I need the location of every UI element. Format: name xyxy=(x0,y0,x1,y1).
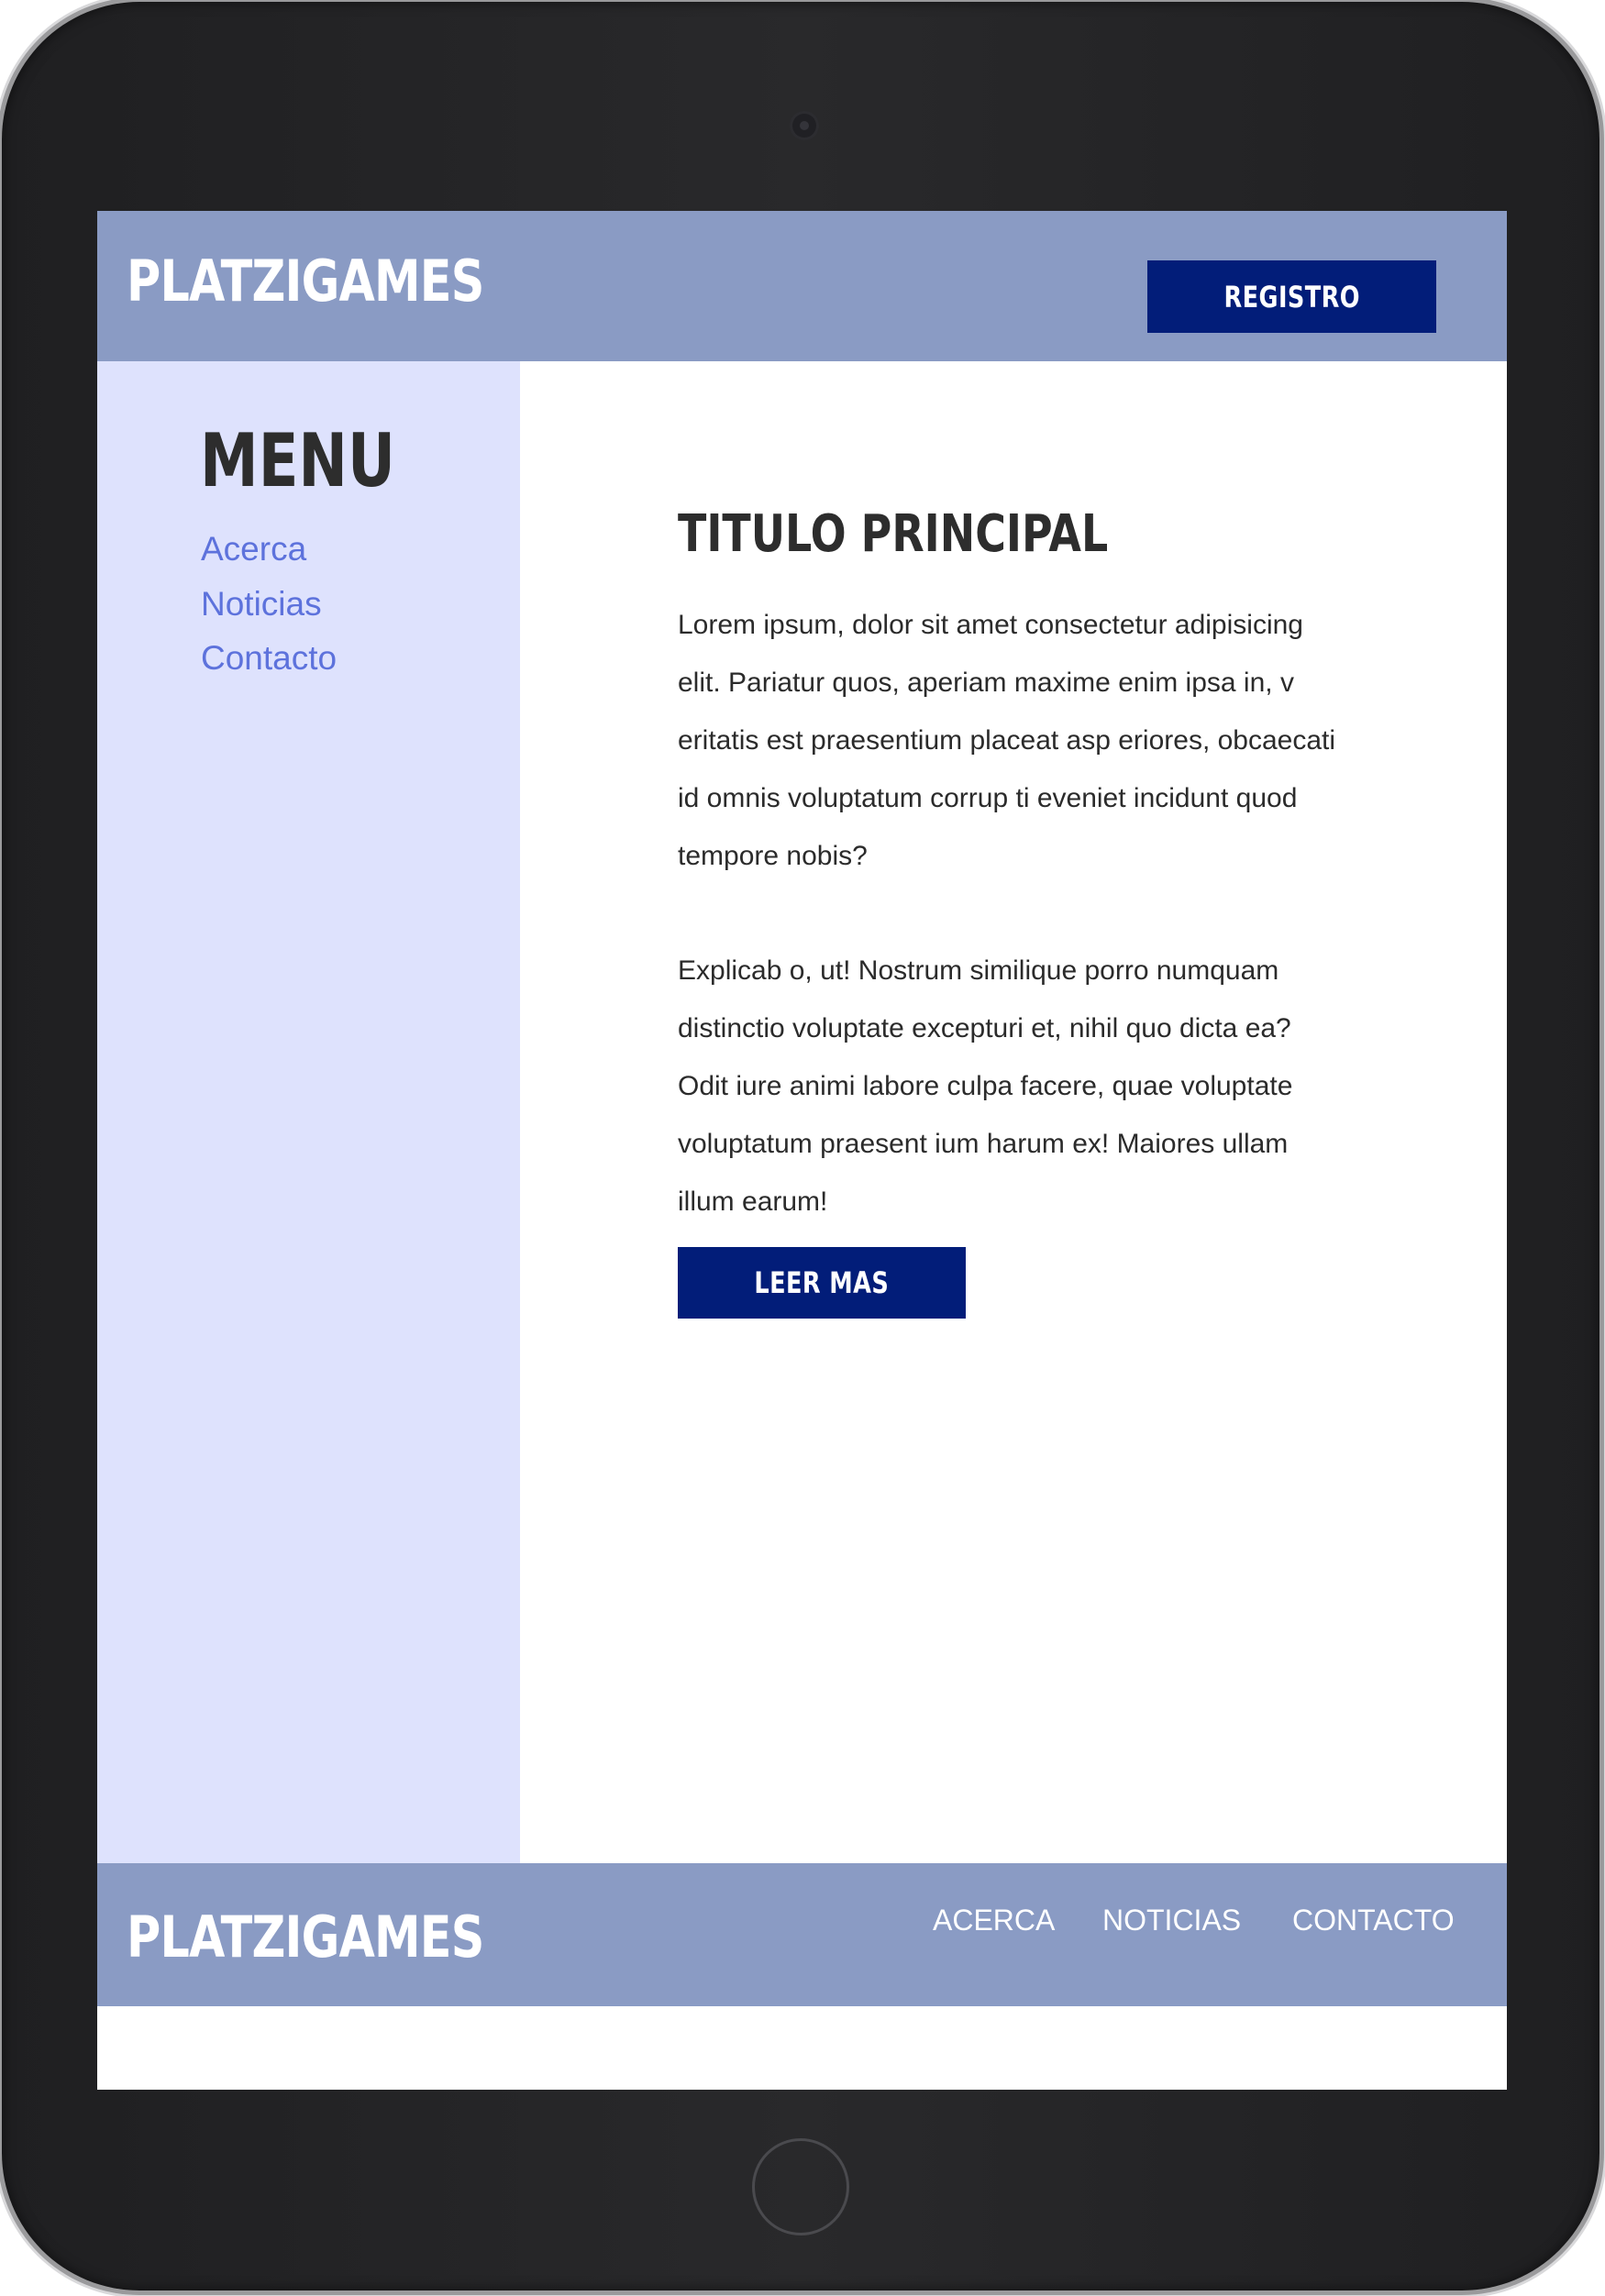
tablet-frame: PLATZIGAMES REGISTRO MENU Acerca Noticia… xyxy=(2,2,1599,2290)
body-paragraph-2: Explicab o, ut! Nostrum similique porro … xyxy=(678,955,1293,1217)
read-more-button-label: LEER MAS xyxy=(754,1265,890,1300)
site-footer: PLATZIGAMES ACERCA NOTICIAS CONTACTO xyxy=(97,1863,1507,2006)
register-button-label: REGISTRO xyxy=(1223,279,1360,315)
footer-link-acerca[interactable]: ACERCA xyxy=(933,1904,1055,1937)
read-more-button[interactable]: LEER MAS xyxy=(678,1247,966,1319)
sidebar: MENU Acerca Noticias Contacto xyxy=(97,361,520,1863)
footer-link-contacto[interactable]: CONTACTO xyxy=(1292,1904,1455,1937)
home-button[interactable] xyxy=(752,2138,849,2235)
footer-logo[interactable]: PLATZIGAMES xyxy=(127,1904,484,1970)
main-content: TITULO PRINCIPAL Lorem ipsum, dolor sit … xyxy=(520,361,1507,1863)
footer-link-noticias[interactable]: NOTICIAS xyxy=(1102,1904,1241,1937)
site-header: PLATZIGAMES REGISTRO xyxy=(97,211,1507,361)
camera-icon xyxy=(792,114,816,138)
body-paragraph-1: Lorem ipsum, dolor sit amet consectetur … xyxy=(678,610,1336,871)
register-button[interactable]: REGISTRO xyxy=(1147,260,1436,333)
sidebar-item-acerca[interactable]: Acerca xyxy=(201,530,306,568)
page-title: TITULO PRINCIPAL xyxy=(678,504,1109,564)
sidebar-item-noticias[interactable]: Noticias xyxy=(201,585,322,624)
screen: PLATZIGAMES REGISTRO MENU Acerca Noticia… xyxy=(97,211,1507,2090)
sidebar-item-contacto[interactable]: Contacto xyxy=(201,639,337,678)
sidebar-title: MENU xyxy=(200,418,395,503)
header-logo[interactable]: PLATZIGAMES xyxy=(127,248,484,315)
